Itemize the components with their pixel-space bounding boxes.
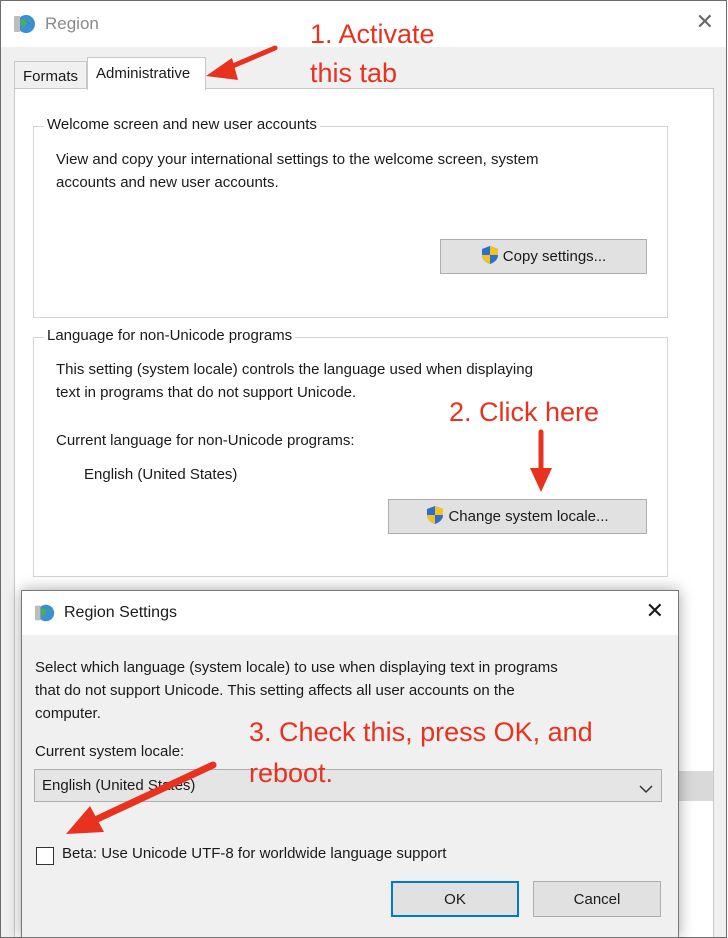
- welcome-description-line-1: View and copy your international setting…: [56, 151, 539, 168]
- annotation-step2: 2. Click here: [449, 397, 600, 427]
- utf8-beta-checkbox-label[interactable]: Beta: Use Unicode UTF-8 for worldwide la…: [62, 845, 446, 862]
- utf8-beta-checkbox[interactable]: [36, 847, 54, 865]
- close-button[interactable]: ✕: [696, 9, 714, 35]
- current-language-label: Current language for non-Unicode program…: [56, 432, 355, 449]
- welcome-description-line-2: accounts and new user accounts.: [56, 174, 279, 191]
- system-locale-value: English (United States): [42, 777, 196, 794]
- annotation-step1-line2: this tab: [310, 58, 398, 88]
- cancel-button[interactable]: Cancel: [533, 881, 661, 917]
- copy-settings-button[interactable]: Copy settings...: [440, 239, 647, 274]
- group-title: Welcome screen and new user accounts: [44, 116, 320, 133]
- dialog-description-line-3: computer.: [35, 705, 101, 722]
- chevron-down-icon: [639, 781, 653, 798]
- dialog-close-button[interactable]: ✕: [646, 598, 664, 624]
- globe-icon: [34, 602, 56, 628]
- uac-shield-icon: [426, 505, 444, 529]
- system-locale-select[interactable]: English (United States): [34, 769, 662, 802]
- tab-administrative[interactable]: Administrative: [87, 57, 206, 90]
- dialog-title: Region Settings: [64, 604, 177, 621]
- ok-button[interactable]: OK: [391, 881, 519, 917]
- welcome-screen-group: Welcome screen and new user accounts Vie…: [33, 116, 668, 318]
- change-system-locale-button[interactable]: Change system locale...: [388, 499, 647, 534]
- tab-formats[interactable]: Formats: [14, 61, 87, 88]
- annotation-step3-line1: 3. Check this, press OK, and: [249, 717, 593, 747]
- copy-settings-label: Copy settings...: [502, 248, 607, 265]
- group-title: Language for non-Unicode programs: [44, 327, 296, 344]
- window-title: Region: [45, 14, 99, 33]
- non-unicode-group: Language for non-Unicode programs This s…: [33, 327, 668, 577]
- dialog-titlebar: Region Settings ✕: [22, 591, 678, 635]
- dialog-description-line-1: Select which language (system locale) to…: [35, 659, 558, 676]
- unicode-description-line-1: This setting (system locale) controls th…: [56, 361, 533, 378]
- region-settings-dialog: Region Settings ✕ Select which language …: [21, 590, 679, 938]
- change-system-locale-label: Change system locale...: [448, 508, 609, 525]
- system-locale-label: Current system locale:: [35, 743, 185, 760]
- annotation-step3-line2: reboot.: [249, 758, 334, 788]
- globe-icon: [13, 12, 37, 40]
- dialog-description-line-2: that do not support Unicode. This settin…: [35, 682, 515, 699]
- unicode-description-line-2: text in programs that do not support Uni…: [56, 384, 357, 401]
- uac-shield-icon: [481, 245, 499, 269]
- current-language-value: English (United States): [84, 466, 238, 483]
- annotation-step1-line1: 1. Activate: [310, 19, 435, 49]
